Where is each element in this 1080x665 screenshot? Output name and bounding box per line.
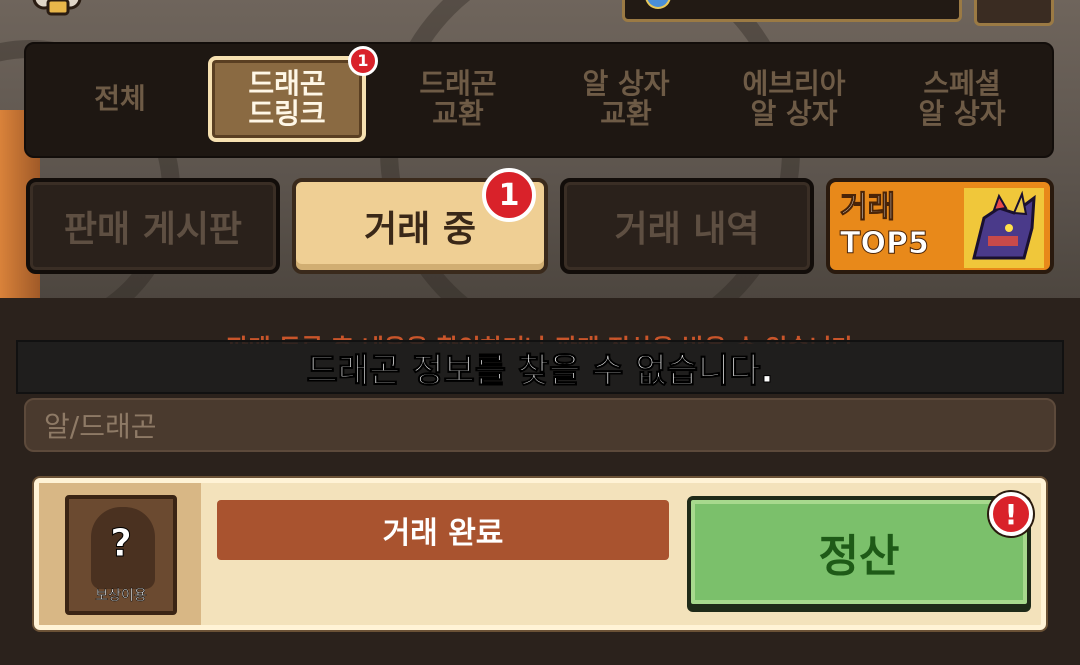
tab-trading[interactable]: 거래 중 1	[292, 168, 548, 274]
category-dragon-exchange[interactable]: 드래곤 교환	[378, 56, 538, 142]
category-label: 에브리아	[742, 67, 846, 100]
filter-input[interactable]: 알/드래곤	[24, 398, 1056, 452]
category-label: 알 상자	[582, 67, 670, 100]
toast-message: 드래곤 정보를 찾을 수 없습니다.	[16, 340, 1064, 394]
category-label: 알 상자	[750, 97, 838, 130]
tab-top5[interactable]: 거래 TOP5	[826, 178, 1054, 274]
tab-label: 거래	[840, 190, 896, 226]
shop-icon	[30, 0, 100, 30]
category-label: 교환	[600, 97, 652, 130]
dragon-icon	[964, 188, 1044, 268]
tab-label: 거래 중	[364, 209, 476, 250]
category-everia-egg-box[interactable]: 에브리아 알 상자	[714, 56, 874, 142]
settle-label: 정산	[818, 531, 900, 582]
category-label: 스페셜	[923, 67, 1001, 100]
category-dragon-drink[interactable]: 드래곤 드링크 1	[208, 46, 378, 142]
category-special-egg-box[interactable]: 스페셜 알 상자	[882, 56, 1042, 142]
category-panel: 전체 드래곤 드링크 1 드래곤 교환 알 상자 교환 에브리아 알 상자 스페…	[24, 42, 1054, 158]
tab-history[interactable]: 거래 내역	[560, 178, 814, 274]
tab-label: TOP5	[840, 226, 930, 262]
toast-text: 드래곤 정보를 찾을 수 없습니다.	[306, 350, 774, 391]
currency-bar[interactable]	[622, 0, 962, 22]
notification-badge: 1	[482, 168, 536, 222]
unknown-mark: ?	[109, 521, 133, 566]
category-label: 드링크	[248, 97, 326, 130]
trade-status-text: 거래 완료	[382, 516, 504, 551]
trade-status: 거래 완료	[217, 500, 669, 560]
category-label: 드래곤	[419, 67, 497, 100]
category-all[interactable]: 전체	[40, 56, 200, 142]
category-label: 알 상자	[918, 97, 1006, 130]
category-label: 전체	[94, 82, 146, 115]
tab-sell-board[interactable]: 판매 게시판	[26, 178, 280, 274]
category-egg-box-exchange[interactable]: 알 상자 교환	[546, 56, 706, 142]
category-label: 드래곤	[248, 67, 326, 100]
reward-label: 보상이용	[95, 588, 147, 605]
tab-label: 판매 게시판	[63, 209, 243, 250]
alert-icon: !	[989, 492, 1033, 536]
tab-label: 거래 내역	[614, 209, 760, 250]
category-label: 교환	[432, 97, 484, 130]
filter-placeholder: 알/드래곤	[44, 410, 157, 443]
menu-button[interactable]	[974, 0, 1054, 26]
card-reward-area: ? 보상이용	[39, 483, 201, 625]
trade-card: ? 보상이용 거래 완료 정산 !	[34, 478, 1046, 630]
gem-icon	[645, 0, 671, 9]
reward-slot[interactable]: ? 보상이용	[65, 495, 177, 615]
settle-button[interactable]: 정산 !	[687, 492, 1033, 608]
notification-badge: 1	[348, 46, 378, 76]
